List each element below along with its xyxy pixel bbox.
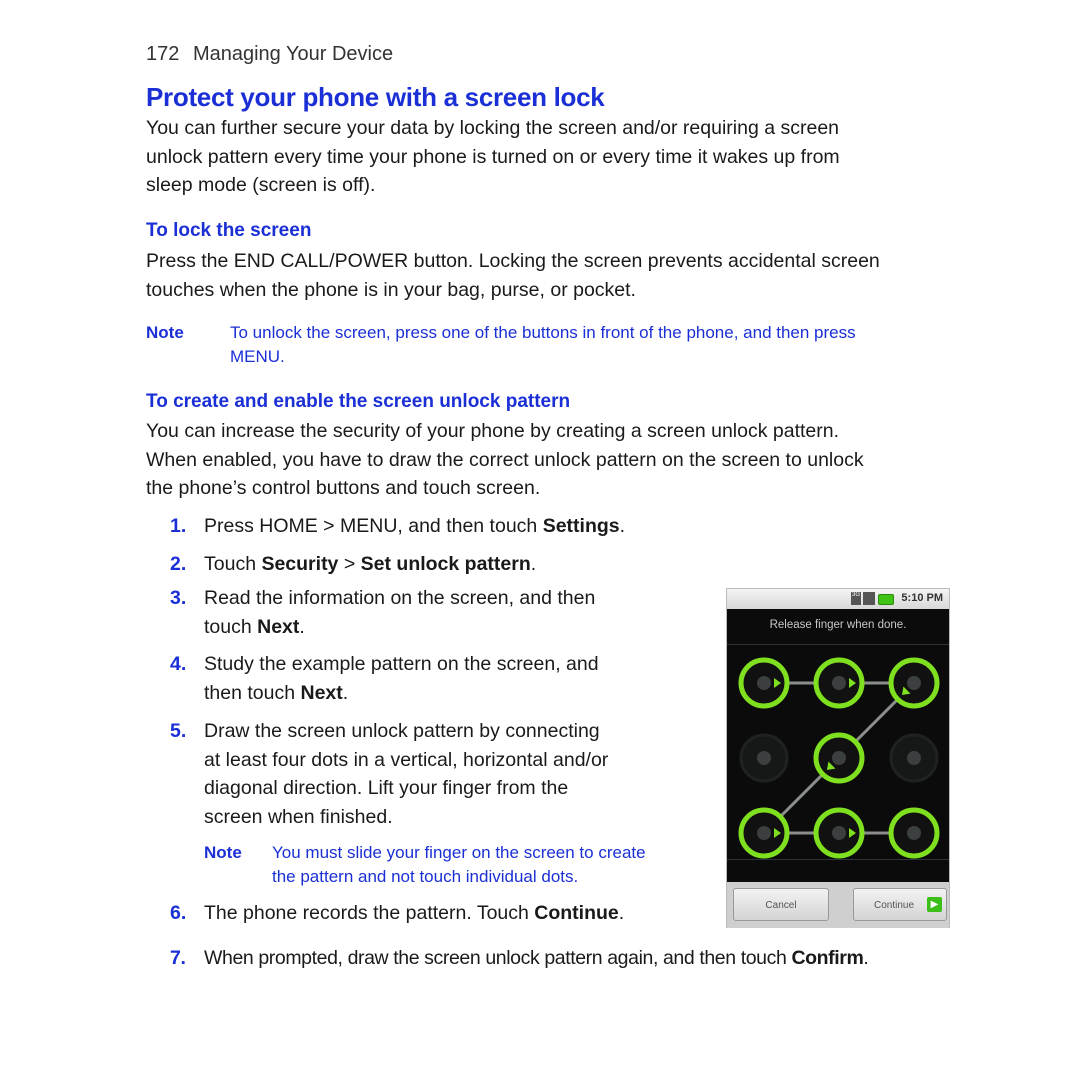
pattern-line: When enabled, you have to draw the corre…: [146, 448, 864, 471]
step-text: >: [338, 553, 361, 575]
step-6: 6. The phone records the pattern. Touch …: [170, 899, 710, 929]
step-text: screen when finished.: [204, 805, 393, 828]
step-number: 3.: [170, 587, 187, 609]
step-text: The phone records the pattern. Touch: [204, 902, 535, 924]
pattern-heading: To create and enable the screen unlock p…: [146, 391, 571, 412]
step-5: 5. Draw the screen unlock pattern by con…: [170, 717, 710, 837]
step-ui-term: Security: [261, 553, 339, 575]
lock-paragraph: Press the END CALL/POWER button. Locking…: [146, 247, 880, 304]
note-line: MENU.: [230, 347, 285, 366]
step-4: 4. Study the example pattern on the scre…: [170, 650, 690, 710]
dot-center: [907, 826, 921, 840]
pattern-dot-5[interactable]: [813, 732, 865, 784]
intro-paragraph: You can further secure your data by lock…: [146, 114, 840, 200]
step-text: then touch: [204, 681, 301, 704]
step-text: .: [619, 515, 626, 537]
pattern-dot-3[interactable]: [888, 657, 940, 709]
lock-line: Press the END CALL/POWER button. Locking…: [146, 250, 880, 272]
divider: [727, 859, 949, 860]
pattern-paragraph: You can increase the security of your ph…: [146, 417, 864, 503]
step-text: touch: [204, 615, 258, 638]
step-number: 5.: [170, 720, 187, 742]
step-1: 1. Press HOME > MENU, and then touch Set…: [170, 512, 1070, 542]
page-title: Protect your phone with a screen lock: [146, 82, 605, 112]
dot-center: [832, 676, 846, 690]
step-text: .: [863, 947, 869, 969]
step-3: 3. Read the information on the screen, a…: [170, 584, 690, 644]
pattern-line: You can increase the security of your ph…: [146, 420, 840, 442]
lock-line: touches when the phone is in your bag, p…: [146, 278, 636, 301]
continue-button[interactable]: Continue ▶: [853, 888, 947, 921]
pattern-line: the phone’s control buttons and touch sc…: [146, 477, 541, 499]
pattern-grid[interactable]: [727, 589, 949, 881]
step-text: diagonal direction. Lift your finger fro…: [204, 777, 569, 799]
step-ui-term: Set unlock pattern: [360, 553, 531, 575]
dot-center: [832, 751, 846, 765]
step-text: Study the example pattern on the screen,…: [204, 653, 599, 675]
step-ui-term: Settings: [542, 515, 620, 537]
lock-heading: To lock the screen: [146, 220, 312, 241]
step-text: Read the information on the screen, and …: [204, 587, 596, 609]
dot-center: [907, 676, 921, 690]
step-ui-term: Confirm: [791, 947, 864, 969]
phone-screenshot: 3G 5:10 PM Release finger when done. Can…: [726, 588, 950, 928]
note-label: Note: [146, 323, 184, 342]
step-text: at least four dots in a vertical, horizo…: [204, 748, 609, 771]
pattern-dot-4[interactable]: [739, 733, 789, 783]
intro-line: sleep mode (screen is off).: [146, 174, 376, 196]
step-7: 7. When prompted, draw the screen unlock…: [170, 944, 1070, 974]
step-text: When prompted, draw the screen unlock pa…: [204, 947, 792, 969]
note-line: the pattern and not touch individual dot…: [272, 867, 579, 886]
step-number: 1.: [170, 515, 187, 537]
step-text: .: [530, 553, 537, 575]
continue-label: Continue: [874, 900, 915, 911]
step-number: 4.: [170, 653, 187, 675]
pattern-dot-9[interactable]: [888, 807, 940, 859]
step-text: .: [618, 902, 625, 924]
cancel-button[interactable]: Cancel: [733, 888, 829, 921]
step-number: 7.: [170, 947, 186, 969]
pattern-dot-6[interactable]: [889, 733, 939, 783]
arrow-right-icon: ▶: [927, 897, 942, 912]
step-number: 2.: [170, 553, 187, 575]
dot-center: [757, 826, 771, 840]
step-number: 6.: [170, 902, 187, 924]
note-line: You must slide your finger on the screen…: [272, 843, 646, 862]
note-line: To unlock the screen, press one of the b…: [230, 323, 856, 342]
step-2: 2. Touch Security > Set unlock pattern.: [170, 550, 1070, 580]
page-number: 172: [146, 43, 180, 65]
intro-line: You can further secure your data by lock…: [146, 117, 840, 139]
step-text: .: [342, 681, 349, 704]
intro-line: unlock pattern every time your phone is …: [146, 145, 840, 168]
step-text: Touch: [204, 553, 262, 575]
step-text: Draw the screen unlock pattern by connec…: [204, 720, 600, 742]
running-head: 172 Managing Your Device: [146, 43, 393, 66]
step-ui-term: Next: [257, 615, 300, 638]
dot-center: [832, 826, 846, 840]
button-bar: Cancel Continue ▶: [727, 882, 949, 928]
step-ui-term: Continue: [534, 902, 619, 924]
dot-center: [757, 676, 771, 690]
lock-note: Note To unlock the screen, press one of …: [146, 321, 986, 371]
step-text: .: [299, 615, 305, 638]
note-label: Note: [204, 843, 242, 862]
step-text: Press HOME > MENU, and then touch: [204, 515, 543, 537]
dot-center: [757, 751, 771, 765]
step5-note: Note You must slide your finger on the s…: [204, 841, 724, 891]
section-name: Managing Your Device: [192, 43, 394, 65]
dot-center: [907, 751, 921, 765]
step-ui-term: Next: [300, 681, 343, 704]
